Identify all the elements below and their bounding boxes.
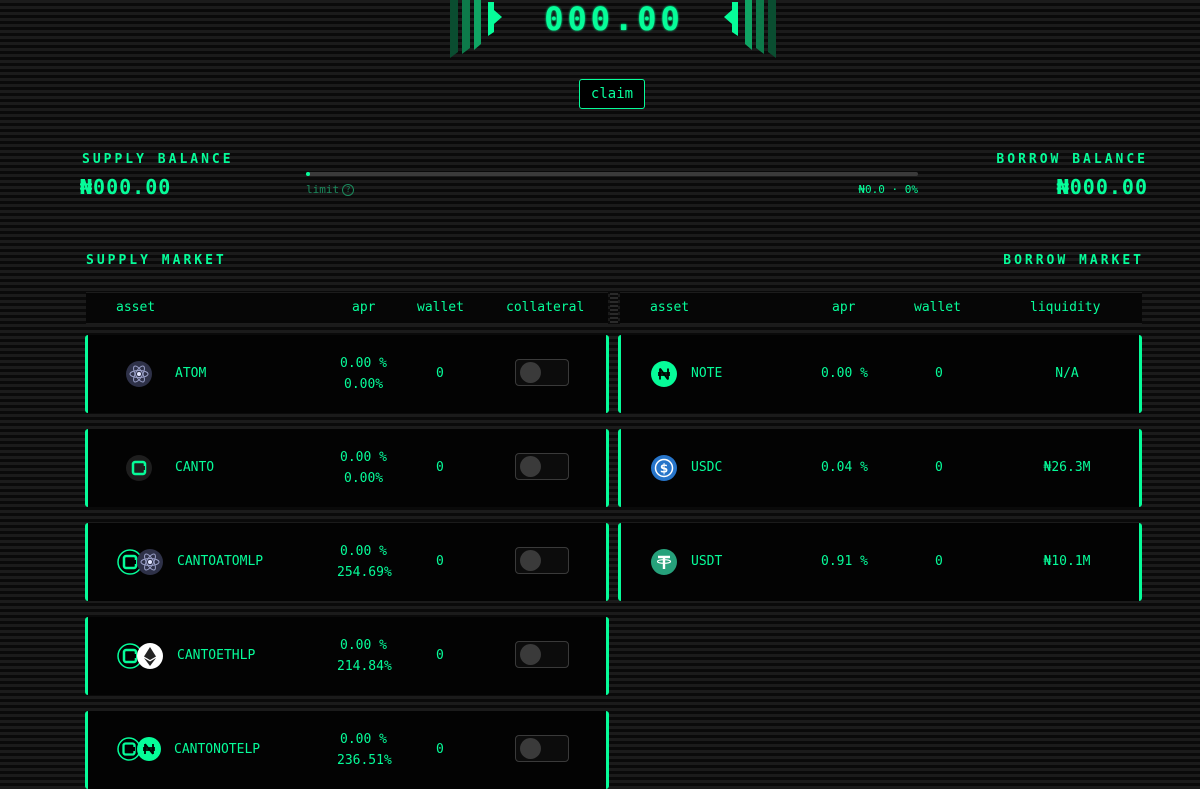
borrow-col-apr: apr — [832, 300, 856, 315]
asset-name: NOTE — [691, 366, 723, 381]
wallet-value: 0 — [935, 460, 943, 475]
supply-col-apr: apr — [352, 300, 376, 315]
apr-value: 0.00 % — [340, 356, 387, 371]
asset-name: ATOM — [175, 366, 207, 381]
apr-value: 0.91 % — [821, 554, 868, 569]
table-divider — [610, 293, 618, 323]
supply-col-collateral: collateral — [506, 300, 585, 315]
liquidity-value: ₦26.3M — [1043, 460, 1091, 475]
supply-col-wallet: wallet — [417, 300, 464, 315]
collateral-toggle[interactable] — [515, 641, 569, 668]
borrow-table-header: asset apr wallet liquidity — [620, 292, 1142, 324]
borrow-col-liquidity: liquidity — [1030, 300, 1101, 315]
limit-label-group: limit? — [306, 183, 355, 196]
apr-sub-value: 236.51% — [337, 753, 392, 768]
note-icon — [137, 737, 161, 761]
reward-value: 000.00 — [544, 0, 684, 38]
borrow-balance-value: ₦000.00 — [1056, 175, 1148, 199]
supply-row-cantonotelp[interactable]: CANTONOTELP 0.00 % 236.51% 0 — [85, 711, 609, 789]
wallet-value: 0 — [436, 366, 444, 381]
usdc-icon: $ — [651, 455, 677, 481]
wallet-value: 0 — [436, 554, 444, 569]
liquidity-value: ₦10.1M — [1043, 554, 1091, 569]
help-icon[interactable]: ? — [342, 184, 355, 196]
supply-table-header: asset apr wallet collateral — [86, 292, 608, 324]
apr-sub-value: 254.69% — [337, 565, 392, 580]
supply-col-asset: asset — [116, 300, 156, 315]
claim-button[interactable]: claim — [579, 79, 645, 109]
left-bracket-icon — [450, 0, 502, 58]
borrow-limit-bar — [306, 172, 918, 176]
borrow-col-wallet: wallet — [914, 300, 961, 315]
canto-icon — [126, 455, 152, 481]
borrow-row-note[interactable]: NOTE 0.00 % 0 N/A — [618, 335, 1142, 413]
apr-sub-value: 0.00% — [344, 471, 384, 486]
apr-sub-value: 214.84% — [337, 659, 392, 674]
supply-row-canto[interactable]: CANTO 0.00 % 0.00% 0 — [85, 429, 609, 507]
asset-name: CANTO — [175, 460, 215, 475]
asset-name: CANTONOTELP — [174, 742, 261, 757]
supply-market-title: SUPPLY MARKET — [86, 253, 227, 268]
limit-value: ₦0.0 · 0% — [858, 183, 918, 196]
supply-balance-value: ₦000.00 — [80, 175, 172, 199]
atom-icon — [126, 361, 152, 387]
borrow-row-usdt[interactable]: USDT 0.91 % 0 ₦10.1M — [618, 523, 1142, 601]
apr-value: 0.00 % — [340, 638, 387, 653]
note-icon — [651, 361, 677, 387]
asset-name: USDT — [691, 554, 723, 569]
collateral-toggle[interactable] — [515, 547, 569, 574]
borrow-row-usdc[interactable]: $ USDC 0.04 % 0 ₦26.3M — [618, 429, 1142, 507]
limit-label: limit — [306, 183, 340, 196]
borrow-balance-title: BORROW BALANCE — [996, 152, 1148, 167]
apr-sub-value: 0.00% — [344, 377, 384, 392]
apr-value: 0.04 % — [821, 460, 868, 475]
wallet-value: 0 — [436, 648, 444, 663]
collateral-toggle[interactable] — [515, 359, 569, 386]
collateral-toggle[interactable] — [515, 453, 569, 480]
asset-name: CANTOETHLP — [177, 648, 256, 663]
right-bracket-icon — [724, 0, 776, 58]
wallet-value: 0 — [935, 366, 943, 381]
supply-row-cantoatomlp[interactable]: CANTOATOMLP 0.00 % 254.69% 0 — [85, 523, 609, 601]
borrow-limit-fill — [306, 172, 310, 176]
supply-row-atom[interactable]: ATOM 0.00 % 0.00% 0 — [85, 335, 609, 413]
supply-balance-title: SUPPLY BALANCE — [82, 152, 234, 167]
eth-icon — [137, 643, 163, 669]
asset-name: CANTOATOMLP — [177, 554, 264, 569]
wallet-value: 0 — [436, 742, 444, 757]
apr-value: 0.00 % — [340, 450, 387, 465]
borrow-market-title: BORROW MARKET — [1003, 253, 1144, 268]
atom-icon — [137, 549, 163, 575]
reward-display: 000.00 — [448, 0, 778, 60]
liquidity-value: N/A — [1055, 366, 1079, 381]
collateral-toggle[interactable] — [515, 735, 569, 762]
apr-value: 0.00 % — [821, 366, 868, 381]
borrow-col-asset: asset — [650, 300, 690, 315]
svg-text:$: $ — [660, 462, 668, 476]
apr-value: 0.00 % — [340, 732, 387, 747]
apr-value: 0.00 % — [340, 544, 387, 559]
supply-row-cantoethlp[interactable]: CANTOETHLP 0.00 % 214.84% 0 — [85, 617, 609, 695]
wallet-value: 0 — [935, 554, 943, 569]
wallet-value: 0 — [436, 460, 444, 475]
usdt-icon — [651, 549, 677, 575]
asset-name: USDC — [691, 460, 723, 475]
